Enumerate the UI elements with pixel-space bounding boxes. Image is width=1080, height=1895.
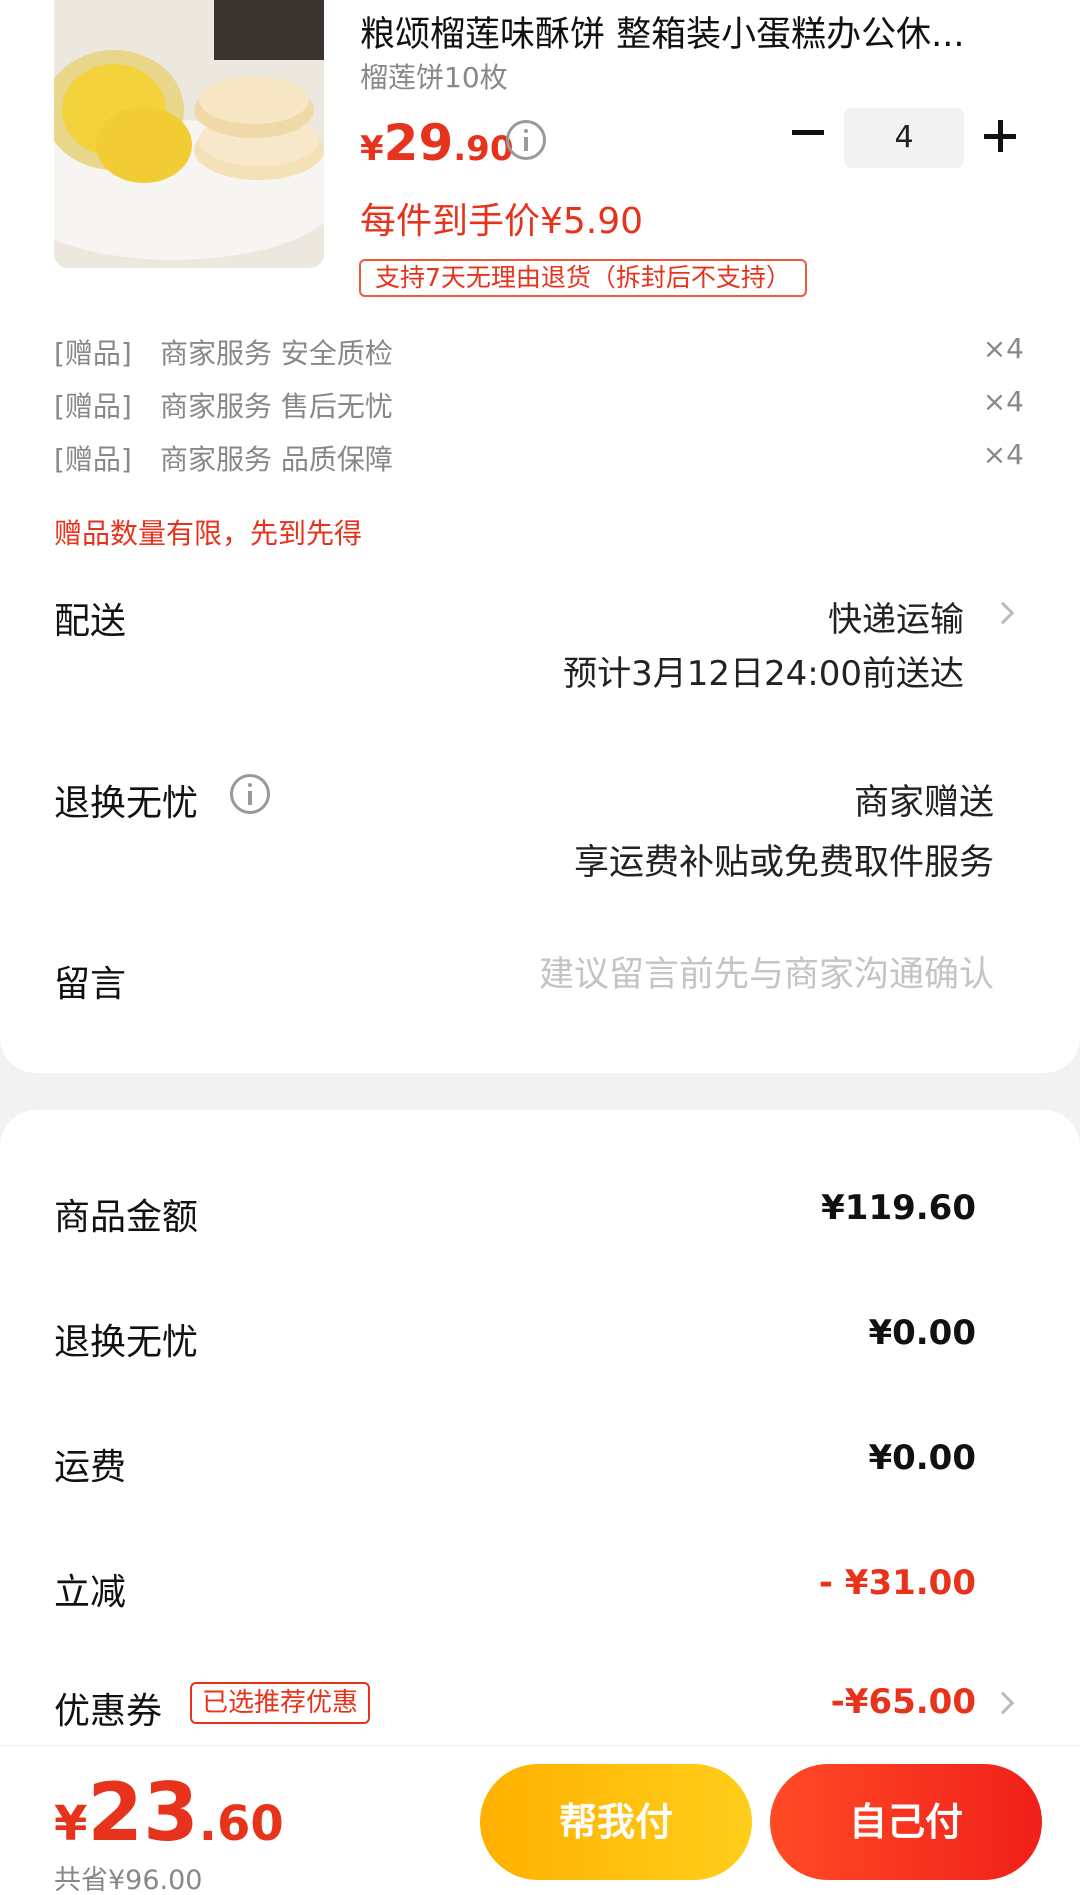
delivery-label: 配送: [54, 601, 127, 642]
price-integer: 29: [383, 114, 454, 172]
discount-value: - ¥31.00: [818, 1563, 976, 1603]
gift-limit-note: 赠品数量有限，先到先得: [54, 517, 363, 550]
help-me-pay-button[interactable]: 帮我付: [480, 1764, 752, 1880]
gift-name: 商家服务 品质保障: [160, 443, 393, 476]
total-currency: ¥: [54, 1796, 88, 1852]
message-label: 留言: [54, 964, 127, 1005]
product-price: ¥29.90: [360, 114, 514, 172]
gift-qty: ×4: [982, 332, 1024, 365]
price-currency: ¥: [360, 129, 384, 169]
total-decimal: .60: [198, 1796, 284, 1852]
message-input[interactable]: [434, 955, 994, 995]
coupon-tag[interactable]: 已选推荐优惠: [190, 1682, 371, 1724]
quantity-increase-button[interactable]: [978, 114, 1026, 162]
return-fee-label: 退换无忧: [54, 1322, 199, 1363]
total-saved: 共省¥96.00: [54, 1865, 203, 1895]
total-integer: 23: [87, 1766, 199, 1859]
delivery-eta: 预计3月12日24:00前送达: [563, 654, 964, 694]
gift-name: 商家服务 安全质检: [160, 337, 393, 370]
return-service-provider: 商家赠送: [853, 783, 994, 823]
coupon-value[interactable]: -¥65.00: [831, 1682, 976, 1722]
return-policy-tag: 支持7天无理由退货（拆封后不支持）: [359, 259, 807, 297]
delivery-chevron-icon[interactable]: [991, 601, 1015, 625]
gift-qty: ×4: [982, 438, 1024, 471]
product-image[interactable]: [54, 0, 324, 268]
price-info-icon[interactable]: [506, 120, 546, 160]
checkout-bar: ¥23.60 共省¥96.00 帮我付 自己付: [0, 1745, 1080, 1895]
product-title[interactable]: 粮颂榴莲味酥饼 整箱装小蛋糕办公休...: [360, 6, 1030, 57]
return-service-description: 享运费补贴或免费取件服务: [573, 843, 994, 883]
return-info-icon[interactable]: [230, 774, 270, 814]
product-spec[interactable]: 榴莲饼10枚: [360, 56, 508, 96]
quantity-decrease-button[interactable]: [784, 108, 832, 156]
gift-tag: [赠品]: [54, 443, 132, 476]
gift-item: [赠品] 商家服务 售后无忧 ×4: [54, 385, 1024, 425]
total-price: ¥23.60: [54, 1766, 284, 1859]
gift-qty: ×4: [982, 385, 1024, 418]
delivery-method[interactable]: 快递运输: [828, 592, 964, 641]
gift-tag: [赠品]: [54, 337, 132, 370]
unit-price: 每件到手价¥5.90: [360, 201, 644, 242]
order-item-card: 粮颂榴莲味酥饼 整箱装小蛋糕办公休... 榴莲饼10枚 ¥29.90 每件到手价…: [0, 0, 1080, 1073]
return-fee-value: ¥0.00: [868, 1313, 976, 1353]
shipping-label: 运费: [54, 1447, 127, 1488]
coupon-label[interactable]: 优惠券: [54, 1682, 162, 1734]
pay-myself-button[interactable]: 自己付: [770, 1764, 1042, 1880]
price-decimal: .90: [453, 129, 514, 169]
shipping-value: ¥0.00: [868, 1438, 976, 1478]
gift-tag: [赠品]: [54, 390, 132, 423]
discount-label: 立减: [54, 1572, 127, 1613]
gift-item: [赠品] 商家服务 安全质检 ×4: [54, 332, 1024, 372]
goods-amount-label: 商品金额: [54, 1197, 199, 1238]
goods-amount-value: ¥119.60: [821, 1188, 976, 1228]
return-service-label: 退换无忧: [54, 783, 199, 824]
quantity-input[interactable]: 4: [844, 108, 964, 168]
gift-name: 商家服务 售后无忧: [160, 390, 393, 423]
gift-item: [赠品] 商家服务 品质保障 ×4: [54, 438, 1024, 478]
